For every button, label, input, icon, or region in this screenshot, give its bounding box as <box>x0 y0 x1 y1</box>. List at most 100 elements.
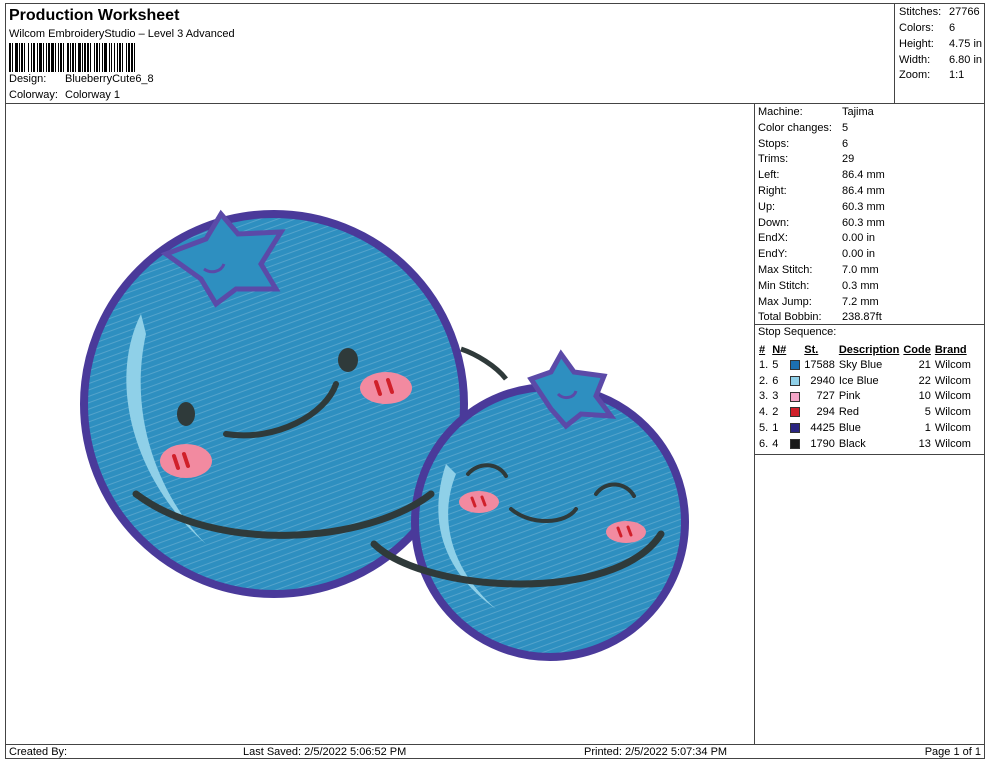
stop-row: 1. 5 17588 Sky Blue 21 Wilcom <box>757 357 973 373</box>
info-value: 60.3 mm <box>842 200 885 213</box>
machine-info-row: Left: 86.4 mm <box>758 169 885 181</box>
worksheet-frame: Production Worksheet Wilcom EmbroiderySt… <box>5 3 985 759</box>
printed-date: Printed: 2/5/2022 5:07:34 PM <box>584 746 728 758</box>
row-stitches: 2940 <box>810 374 835 387</box>
row-stop: 6 <box>772 374 779 387</box>
row-stitches: 294 <box>816 406 835 419</box>
stop-sequence-label: Stop Sequence: <box>758 326 837 338</box>
info-value: 7.2 mm <box>842 295 879 308</box>
row-stop: 5 <box>772 358 779 371</box>
row-code: 5 <box>924 406 931 419</box>
colorway-row: Colorway: Colorway 1 <box>9 89 120 101</box>
row-index: 5. <box>759 422 769 435</box>
info-value: 6 <box>842 137 849 150</box>
stop-row: 4. 2 294 Red 5 Wilcom <box>757 404 973 420</box>
color-swatch-cell <box>788 420 802 436</box>
row-stop: 2 <box>772 406 779 419</box>
info-value: 0.00 in <box>842 248 876 261</box>
row-description: Red <box>838 406 860 419</box>
row-stitches: 4425 <box>810 422 835 435</box>
info-label: EndX: <box>758 232 788 245</box>
color-swatch <box>790 359 801 370</box>
info-label: Max Stitch: <box>758 264 813 276</box>
row-brand: Wilcom <box>934 374 971 387</box>
stop-row: 5. 1 4425 Blue 1 Wilcom <box>757 420 973 436</box>
row-index: 3. <box>759 390 769 403</box>
stitches-row: Stitches: 27766 <box>899 6 980 18</box>
worksheet-header: Production Worksheet Wilcom EmbroiderySt… <box>6 4 894 104</box>
width-row: Width: 6.80 in <box>899 54 982 66</box>
stop-row: 6. 4 1790 Black 13 Wilcom <box>757 436 973 452</box>
machine-info-panel: Machine: Tajima Color changes: 5 Stops: 6 Trim… <box>754 104 985 744</box>
info-value: 86.4 mm <box>842 169 885 182</box>
machine-info-row: Stops: 6 <box>758 138 848 150</box>
col-index: # <box>759 343 766 356</box>
info-value: 86.4 mm <box>842 185 885 197</box>
col-color <box>788 342 802 357</box>
color-swatch <box>790 407 801 418</box>
row-stitches: 1790 <box>810 437 835 450</box>
software-subtitle: Wilcom EmbroideryStudio – Level 3 Advanc… <box>9 28 235 40</box>
row-brand: Wilcom <box>934 358 971 371</box>
stitches-label: Stitches: <box>899 6 942 18</box>
row-description: Ice Blue <box>838 374 879 387</box>
machine-info-row: Down: 60.3 mm <box>758 217 885 229</box>
barcode <box>9 43 237 72</box>
row-code: 13 <box>918 437 931 450</box>
design-label: Design: <box>9 73 47 85</box>
table-bottom-divider <box>755 454 985 455</box>
info-value: Tajima <box>842 106 874 118</box>
last-saved: Last Saved: 2/5/2022 5:06:52 PM <box>243 746 407 758</box>
created-by: Created By: <box>9 746 68 758</box>
row-index: 6. <box>759 437 769 450</box>
col-code: Code <box>903 343 931 356</box>
row-description: Pink <box>838 390 861 403</box>
info-label: Trims: <box>758 153 789 166</box>
row-stop: 1 <box>772 422 779 435</box>
info-value: 0.00 in <box>842 232 876 245</box>
row-stop: 4 <box>772 437 779 450</box>
color-swatch <box>790 438 801 449</box>
info-divider <box>755 324 985 325</box>
row-index: 4. <box>759 406 769 419</box>
col-stop-number: N# <box>772 343 787 356</box>
height-label: Height: <box>899 38 934 50</box>
machine-info-row: Total Bobbin: 238.87ft <box>758 311 882 323</box>
row-code: 1 <box>924 422 931 435</box>
color-swatch-cell <box>788 436 802 452</box>
info-label: Stops: <box>758 137 790 150</box>
height-value: 4.75 in <box>949 38 983 50</box>
row-code: 22 <box>918 374 931 387</box>
info-label: Max Jump: <box>758 295 812 308</box>
machine-info-row: Trims: 29 <box>758 153 854 165</box>
width-label: Width: <box>899 54 931 66</box>
machine-info-row: Up: 60.3 mm <box>758 201 885 213</box>
design-value: BlueberryCute6_8 <box>65 73 154 85</box>
info-label: Up: <box>758 200 776 213</box>
info-value: 60.3 mm <box>842 216 885 229</box>
col-brand: Brand <box>934 343 967 356</box>
stitches-value: 27766 <box>949 6 980 18</box>
row-stitches: 727 <box>816 390 835 403</box>
color-swatch-cell <box>788 373 802 389</box>
info-value: 0.3 mm <box>842 279 879 292</box>
color-swatch-cell <box>788 389 802 405</box>
machine-info-row: Machine: Tajima <box>758 106 874 118</box>
colorway-value: Colorway 1 <box>65 89 121 101</box>
zoom-label: Zoom: <box>899 69 931 81</box>
stop-sequence-table: # N# St. Description Code Brand 1. 5 17588… <box>757 342 973 452</box>
machine-info-row: Color changes: 5 <box>758 122 848 134</box>
row-code: 21 <box>918 358 931 371</box>
col-description: Description <box>838 343 900 356</box>
machine-info-row: Min Stitch: 0.3 mm <box>758 280 879 292</box>
row-brand: Wilcom <box>934 422 971 435</box>
row-index: 2. <box>759 374 769 387</box>
row-brand: Wilcom <box>934 437 971 450</box>
zoom-row: Zoom: 1:1 <box>899 69 964 81</box>
machine-info-row: Max Stitch: 7.0 mm <box>758 264 879 276</box>
info-value: 29 <box>842 153 855 166</box>
page-title: Production Worksheet <box>9 7 180 24</box>
stop-row: 2. 6 2940 Ice Blue 22 Wilcom <box>757 373 973 389</box>
design-row: Design: BlueberryCute6_8 <box>9 73 154 85</box>
info-label: Color changes: <box>758 121 832 134</box>
